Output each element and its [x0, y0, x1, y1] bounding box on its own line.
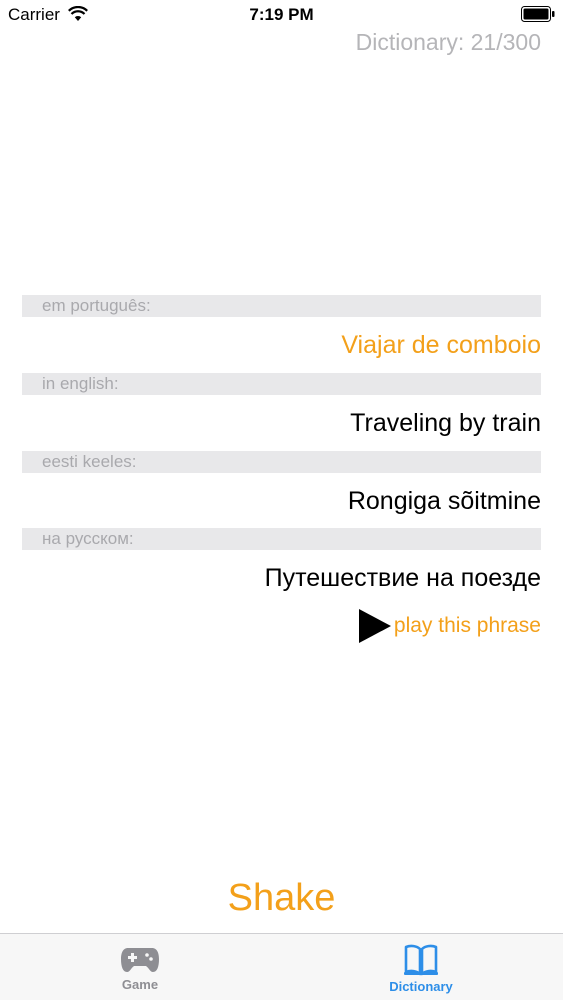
tab-game-label: Game: [121, 977, 159, 992]
battery-icon: [521, 6, 555, 22]
tab-dictionary-label: Dictionary: [389, 979, 453, 994]
portuguese-phrase: Viajar de comboio: [341, 331, 541, 359]
estonian-phrase: Rongiga sõitmine: [347, 487, 541, 515]
english-header: in english:: [22, 373, 541, 395]
play-icon: [358, 609, 391, 643]
portuguese-header: em português:: [22, 295, 541, 317]
play-phrase-button[interactable]: play this phrase: [358, 608, 541, 644]
estonian-header: eesti keeles:: [22, 451, 541, 473]
clock: 7:19 PM: [249, 5, 314, 24]
english-phrase: Traveling by train: [350, 409, 541, 437]
book-icon: [404, 944, 438, 976]
shake-button[interactable]: Shake: [0, 877, 563, 920]
russian-phrase: Путешествие на поезде: [264, 564, 541, 592]
status-bar: Carrier 7:19 PM: [0, 0, 563, 30]
tab-dictionary[interactable]: Dictionary: [351, 934, 491, 1001]
gamepad-icon: [121, 948, 159, 972]
tab-game[interactable]: Game: [70, 934, 210, 1001]
tab-bar: Game Dictionary: [0, 933, 563, 1000]
dictionary-counter: Dictionary: 21/300: [355, 29, 541, 55]
play-phrase-label: play this phrase: [393, 614, 541, 637]
russian-header: на русском:: [22, 528, 541, 550]
